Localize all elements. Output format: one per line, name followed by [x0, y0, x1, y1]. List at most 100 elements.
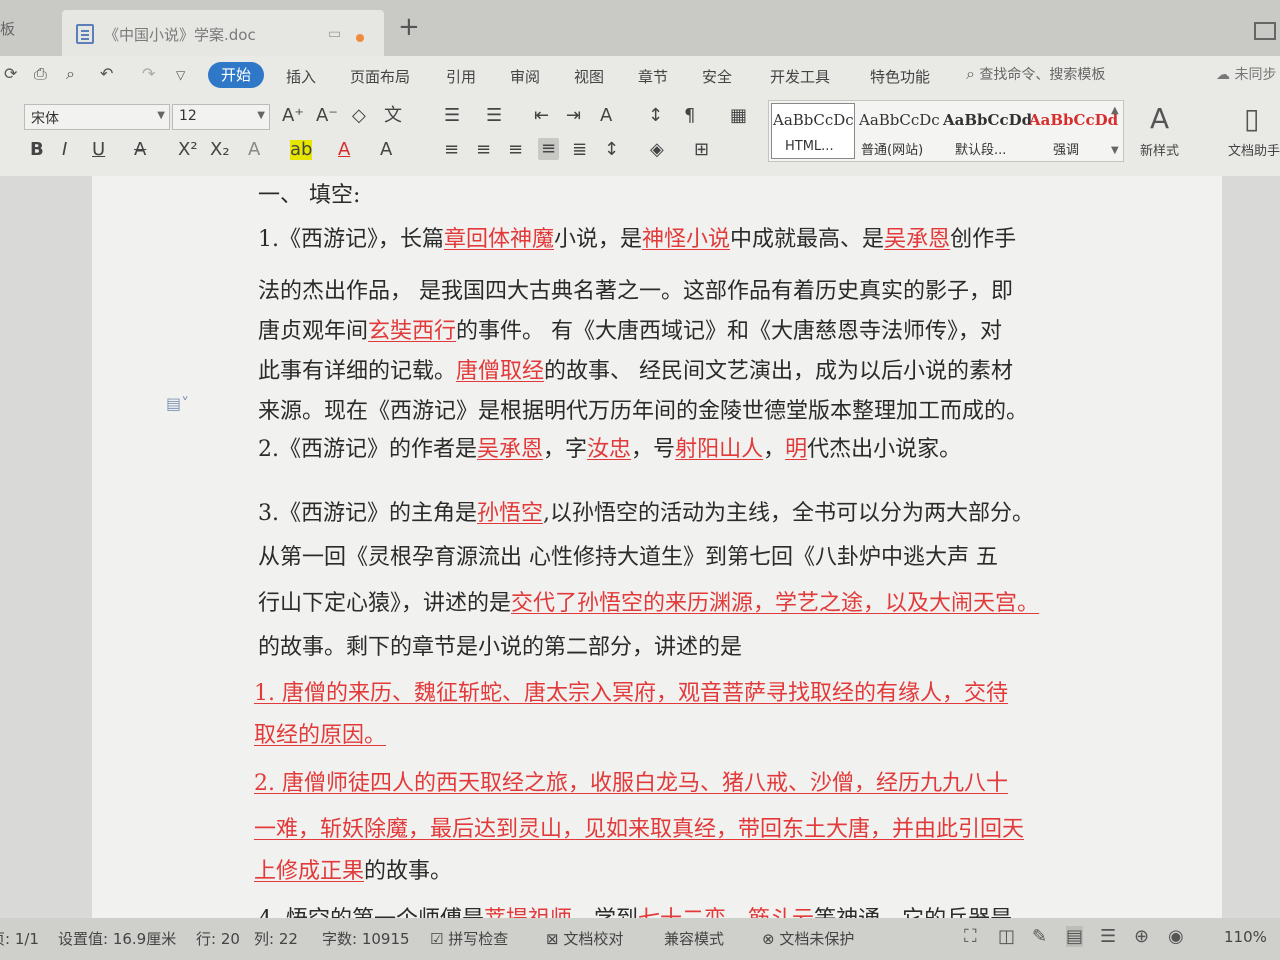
font-name-select[interactable]: 宋体 ▼ [24, 104, 170, 130]
text-effect-icon[interactable]: A [248, 140, 260, 160]
print-icon[interactable]: ⎙ [34, 64, 47, 84]
decrease-indent-icon[interactable]: ⇤ [534, 106, 549, 126]
menu-review[interactable]: 审阅 [510, 66, 540, 87]
style-sample-default[interactable]: AaBbCcDd [943, 111, 1032, 129]
paragraph-options-icon[interactable]: ▤˅ [166, 394, 189, 413]
justify-icon[interactable]: ≡ [538, 138, 560, 160]
doc-helper-button[interactable]: 文档助手 [1228, 140, 1280, 159]
page-indicator[interactable]: 页: 1/1 [0, 928, 39, 949]
character-shading-icon[interactable]: A [380, 140, 392, 160]
italic-icon[interactable]: I [62, 140, 67, 160]
increase-indent-icon[interactable]: ⇥ [566, 106, 581, 126]
undo-icon[interactable]: ↶ [100, 64, 113, 83]
style-name-emphasis[interactable]: 强调 [1053, 139, 1079, 158]
command-search[interactable]: ⌕ 查找命令、搜索模板 [966, 64, 1105, 84]
answer-text: 上修成正果 [254, 859, 365, 884]
doc-helper-icon[interactable]: ▯ [1244, 102, 1259, 135]
style-name-html[interactable]: HTML... [785, 139, 834, 154]
font-name-value: 宋体 [31, 111, 59, 127]
protect-status-label: 文档未保护 [779, 930, 855, 948]
menu-security[interactable]: 安全 [702, 66, 732, 87]
text: ，学到 [572, 907, 638, 918]
menu-special-features[interactable]: 特色功能 [870, 66, 930, 87]
gallery-scroll-up-icon[interactable]: ▲ [1111, 105, 1119, 116]
style-name-default[interactable]: 默认段... [955, 139, 1006, 158]
outline-view-icon[interactable]: ☰ [1100, 926, 1116, 947]
menu-view[interactable]: 视图 [574, 66, 604, 87]
answer-text: 孙悟空 [477, 501, 544, 526]
phonetic-guide-icon[interactable]: 文 [384, 106, 402, 126]
web-view-icon[interactable]: ⊕ [1134, 926, 1149, 947]
bold-icon[interactable]: B [30, 140, 44, 160]
table-icon[interactable]: ▦ [730, 106, 747, 126]
edit-mode-icon[interactable]: ✎ [1032, 926, 1047, 947]
align-center-icon[interactable]: ≡ [476, 140, 491, 160]
word-count[interactable]: 字数: 10915 [322, 928, 410, 949]
show-hide-icon[interactable]: ¶ [684, 106, 695, 126]
previous-tab-stub[interactable]: 板 [0, 18, 15, 39]
chinese-layout-icon[interactable]: A [600, 106, 612, 126]
document-tab[interactable]: 《中国小说》学案.doc ▭ [62, 10, 384, 56]
menu-row: ⟳ ⎙ ⌕ ↶ ↷ ▽ 开始 插入 页面布局 引用 审阅 视图 章节 安全 开发… [0, 56, 1280, 92]
redo-format-icon[interactable]: ⟳ [4, 64, 17, 83]
print-preview-icon[interactable]: ⌕ [66, 64, 75, 84]
answer-text: 吴承恩 [884, 227, 951, 252]
style-name-normal-web[interactable]: 普通(网站) [861, 139, 923, 158]
doc-proof-button[interactable]: ⊠ 文档校对 [546, 928, 623, 949]
font-size-select[interactable]: 12 ▼ [172, 104, 270, 130]
text: 1.《西游记》，长篇 [258, 227, 444, 252]
numbered-list-icon[interactable]: ☰ [486, 106, 502, 126]
spell-check-button[interactable]: ☑ 拼写检查 [430, 928, 508, 949]
line-spacing-icon[interactable]: ↕ [604, 140, 619, 160]
text: 行山下定心猿》，讲述的是 [258, 591, 512, 616]
highlight-icon[interactable]: ab [290, 140, 313, 160]
style-sample-html[interactable]: AaBbCcDc [773, 111, 854, 129]
grow-font-icon[interactable]: A⁺ [282, 106, 304, 126]
gallery-more-icon[interactable]: ▼ [1111, 145, 1119, 156]
distributed-icon[interactable]: ≣ [572, 140, 587, 160]
document-area: ▤˅ 一、 填空: 1.《西游记》，长篇章回体神魔小说，是神怪小说中成就最高、是… [0, 176, 1280, 918]
underline-icon[interactable]: U [92, 140, 105, 160]
superscript-icon[interactable]: X² [178, 140, 198, 160]
command-search-label: 查找命令、搜索模板 [979, 67, 1106, 83]
borders-icon[interactable]: ⊞ [694, 140, 709, 160]
new-tab-button[interactable]: + [398, 14, 420, 40]
align-right-icon[interactable]: ≡ [508, 140, 523, 160]
style-sample-emphasis[interactable]: AaBbCcDd [1029, 111, 1118, 129]
sort-icon[interactable]: ↕ [648, 106, 663, 126]
redo-icon[interactable]: ↷ [142, 64, 155, 83]
new-style-button[interactable]: 新样式 [1140, 140, 1179, 159]
menu-developer[interactable]: 开发工具 [770, 66, 830, 87]
answer-list-1-line-1: 1. 唐僧的来历、魏征斩蛇、唐太宗入冥府，观音菩萨寻找取经的有缘人，交待 [254, 681, 1008, 706]
paragraph-1-line-4: 此事有详细的记载。唐僧取经的故事、 经民间文艺演出，成为以后小说的素材 [258, 358, 1013, 386]
shading-icon[interactable]: ◈ [650, 140, 664, 160]
protect-status-button[interactable]: ⊗ 文档未保护 [762, 928, 854, 949]
strikethrough-icon[interactable]: A [134, 140, 146, 160]
paragraph-1-line-5: 来源。现在《西游记》是根据明代万历年间的金陵世德堂版本整理加工而成的。 [258, 399, 1029, 424]
style-sample-normal-web[interactable]: AaBbCcDc [859, 111, 940, 129]
sync-status[interactable]: ☁ 未同步 [1216, 64, 1276, 84]
reading-layout-icon[interactable]: ◫ [998, 926, 1015, 947]
align-left-icon[interactable]: ≡ [444, 140, 459, 160]
menu-page-layout[interactable]: 页面布局 [350, 66, 410, 87]
paragraph-3-line-4: 的故事。剩下的章节是小说的第二部分，讲述的是 [258, 635, 743, 660]
bullet-list-icon[interactable]: ☰ [444, 106, 460, 126]
menu-chapter[interactable]: 章节 [638, 66, 668, 87]
menu-home[interactable]: 开始 [208, 62, 264, 88]
fullscreen-icon[interactable]: ⛶ [964, 926, 977, 947]
shrink-font-icon[interactable]: A⁻ [316, 106, 338, 126]
menu-references[interactable]: 引用 [446, 66, 476, 87]
answer-text: 菩提祖师 [484, 907, 572, 918]
eye-protect-icon[interactable]: ◉ [1168, 926, 1184, 947]
page-view-icon[interactable]: ▤ [1066, 926, 1084, 947]
subscript-icon[interactable]: X₂ [210, 140, 230, 160]
font-color-icon[interactable]: A [338, 140, 350, 160]
clear-format-icon[interactable]: ◇ [352, 106, 366, 126]
new-style-icon[interactable]: A [1150, 102, 1169, 135]
zoom-level[interactable]: 110% [1224, 928, 1267, 946]
window-restore-icon[interactable] [1254, 22, 1276, 40]
tab-window-icon[interactable]: ▭ [328, 26, 341, 42]
menu-insert[interactable]: 插入 [286, 66, 316, 87]
quick-access-dropdown-icon[interactable]: ▽ [176, 68, 185, 82]
search-icon: ⌕ [966, 64, 975, 83]
